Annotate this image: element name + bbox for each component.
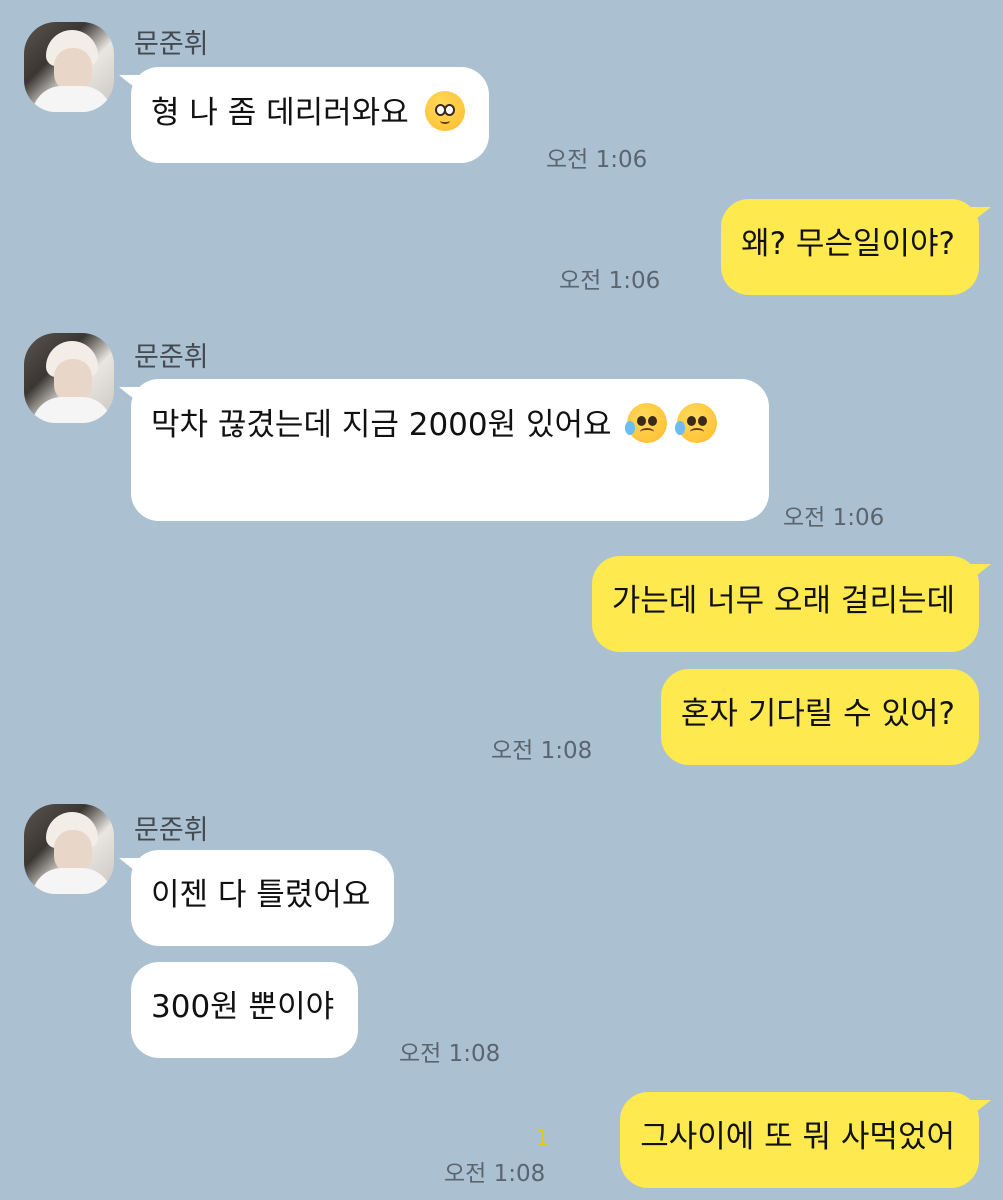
message-text: 그사이에 또 뭐 사먹었어 bbox=[640, 1119, 955, 1155]
message-time: 오전 1:08 bbox=[399, 1041, 501, 1067]
outgoing-message[interactable]: 혼자 기다릴 수 있어? bbox=[660, 669, 979, 765]
sender-name: 문준휘 bbox=[134, 342, 209, 373]
message-time: 오전 1:06 bbox=[559, 268, 661, 294]
outgoing-message[interactable]: 왜? 무슨일이야? bbox=[721, 199, 991, 295]
incoming-message[interactable]: 막차 끊겼는데 지금 2000원 있어요 bbox=[119, 379, 769, 521]
avatar[interactable] bbox=[24, 804, 114, 894]
sad-sweat-face-icon bbox=[625, 403, 668, 443]
outgoing-message[interactable]: 그사이에 또 뭐 사먹었어 bbox=[620, 1092, 991, 1188]
message-text: 이젠 다 틀렸어요 bbox=[151, 877, 371, 913]
message-time: 오전 1:06 bbox=[783, 505, 885, 531]
message-text: 왜? 무슨일이야? bbox=[741, 226, 955, 262]
incoming-message[interactable]: 300원 뿐이야 bbox=[131, 962, 359, 1058]
message-time: 오전 1:08 bbox=[491, 738, 593, 764]
sad-sweat-face-icon bbox=[675, 403, 718, 443]
message-time: 오전 1:08 bbox=[444, 1161, 546, 1187]
message-text: 가는데 너무 오래 걸리는데 bbox=[611, 583, 955, 619]
message-text: 막차 끊겼는데 지금 2000원 있어요 bbox=[151, 407, 612, 443]
incoming-message[interactable]: 이젠 다 틀렸어요 bbox=[118, 850, 395, 946]
chat-area[interactable]: 문준휘 형 나 좀 데리러와요 오전 1:06 왜? 무슨일이야? 오전 1:0… bbox=[0, 0, 1003, 1200]
sender-name: 문준휘 bbox=[134, 815, 209, 846]
outgoing-message[interactable]: 가는데 너무 오래 걸리는데 bbox=[591, 556, 992, 652]
message-text: 혼자 기다릴 수 있어? bbox=[680, 696, 955, 732]
sender-name: 문준휘 bbox=[134, 29, 209, 60]
message-text: 형 나 좀 데리러와요 bbox=[151, 95, 409, 131]
message-time: 오전 1:06 bbox=[546, 147, 648, 173]
avatar[interactable] bbox=[24, 333, 114, 423]
message-text: 300원 뿐이야 bbox=[151, 989, 335, 1025]
avatar[interactable] bbox=[24, 22, 114, 112]
pleading-face-icon bbox=[424, 91, 465, 131]
incoming-message[interactable]: 형 나 좀 데리러와요 bbox=[119, 67, 489, 163]
unread-count: 1 bbox=[536, 1126, 550, 1150]
